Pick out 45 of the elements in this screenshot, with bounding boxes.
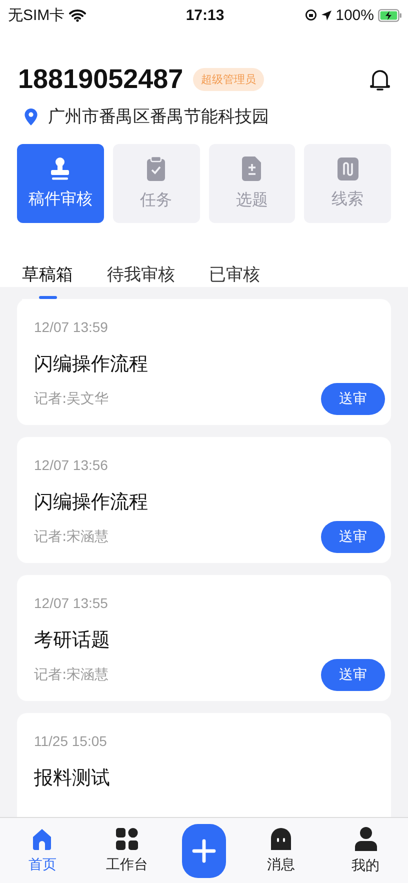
- wifi-icon: [68, 8, 86, 22]
- draft-title: 闪编操作流程: [34, 490, 149, 515]
- home-icon: [31, 828, 54, 850]
- nav-tab[interactable]: 首页: [12, 828, 72, 874]
- carrier-text: 无SIM卡: [8, 6, 65, 24]
- clock-time: 17:13: [186, 6, 224, 24]
- nav-tab[interactable]: 工作台: [97, 828, 158, 874]
- phone-number: 18819052487: [18, 64, 184, 95]
- draft-card[interactable]: 11/25 15:05 报料测试: [17, 713, 391, 817]
- submit-review-button[interactable]: 送审: [321, 383, 385, 415]
- plus-icon: [192, 838, 216, 862]
- location-arrow-icon: [320, 10, 332, 20]
- draft-card[interactable]: 12/07 13:56 闪编操作流程 记者:宋涵慧 送审: [17, 437, 391, 563]
- add-button[interactable]: [182, 824, 226, 878]
- person-icon: [354, 826, 377, 850]
- draft-card[interactable]: 12/07 13:55 考研话题 记者:宋涵慧 送审: [17, 575, 391, 701]
- paperclip-icon: [336, 157, 359, 181]
- draft-time: 12/07 13:59: [34, 319, 109, 335]
- grid-icon: [116, 828, 138, 850]
- draft-time: 12/07 13:55: [34, 595, 109, 611]
- draft-title: 考研话题: [34, 628, 111, 653]
- clipboard-check-icon: [146, 156, 166, 182]
- battery-percent: 100%: [336, 6, 374, 24]
- module-button[interactable]: 稿件审核: [17, 144, 104, 223]
- submit-review-button[interactable]: 送审: [321, 659, 385, 691]
- location-pin-icon: [24, 108, 38, 126]
- draft-time: 11/25 15:05: [34, 733, 108, 749]
- draft-title: 报料测试: [34, 766, 111, 791]
- battery-charging-icon: [378, 8, 402, 22]
- draft-time: 12/07 13:56: [34, 457, 109, 473]
- stamp-icon: [49, 157, 72, 181]
- submit-review-button[interactable]: 送审: [321, 521, 385, 553]
- draft-card[interactable]: 12/07 13:59 闪编操作流程 记者:吴文华 送审: [17, 299, 391, 425]
- bell-icon[interactable]: [370, 68, 390, 92]
- reporter-name: 记者:宋涵慧: [34, 666, 109, 684]
- document-plus-minus-icon: [242, 156, 262, 182]
- nav-tab[interactable]: 我的: [336, 826, 396, 874]
- reporter-name: 记者:宋涵慧: [34, 528, 109, 546]
- role-badge: 超级管理员: [193, 68, 264, 91]
- draft-title: 闪编操作流程: [34, 352, 149, 377]
- chat-bubble-icon: [270, 828, 291, 850]
- rotation-lock-icon: [304, 9, 317, 21]
- location-text: 广州市番禺区番禺节能科技园: [48, 106, 269, 128]
- nav-tab[interactable]: 消息: [250, 828, 311, 874]
- reporter-name: 记者:吴文华: [34, 390, 109, 408]
